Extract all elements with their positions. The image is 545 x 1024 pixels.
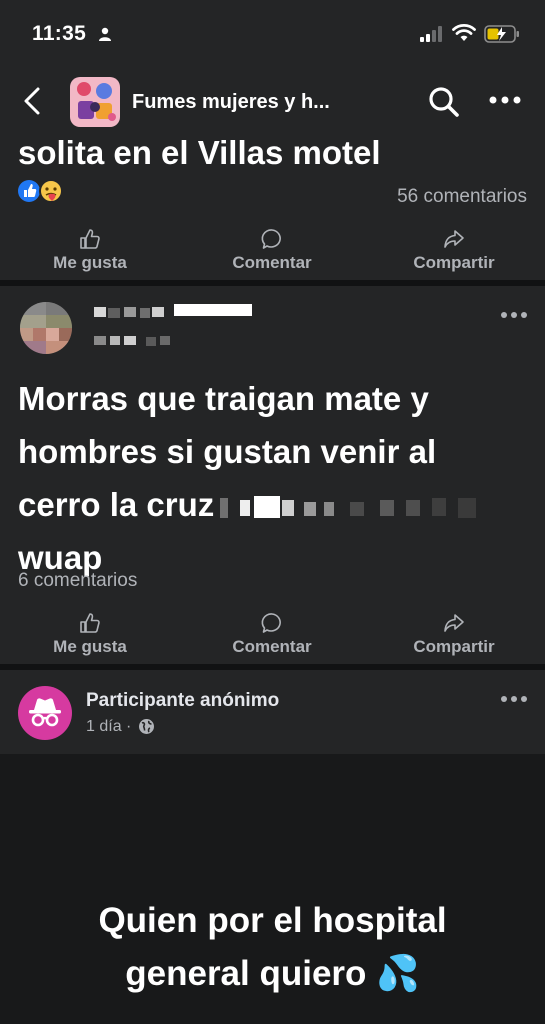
comment-label: Comentar: [232, 637, 312, 656]
comments-count[interactable]: 56 comentarios: [397, 186, 527, 208]
share-label: Compartir: [413, 253, 495, 272]
group-title[interactable]: Fumes mujeres y h...: [132, 91, 330, 114]
post-action-bar: Me gusta Comentar Compartir: [0, 604, 545, 664]
overlay-text-line: general quiero 💦: [125, 954, 420, 993]
comment-icon: [261, 229, 281, 249]
post-options-icon[interactable]: [500, 310, 528, 320]
cellular-signal-icon: [420, 26, 442, 42]
reactions-icon[interactable]: [16, 178, 66, 204]
post-card: Morras que traigan mate y hombres si gus…: [0, 286, 545, 664]
like-button[interactable]: Me gusta: [10, 220, 170, 280]
blurred-text: [220, 496, 477, 518]
globe-icon: [139, 719, 154, 734]
thumbs-up-icon: [80, 613, 100, 633]
post-timestamp[interactable]: 1 día ·: [86, 718, 131, 736]
person-icon: [99, 27, 111, 41]
comment-button[interactable]: Comentar: [192, 604, 352, 664]
back-arrow-icon[interactable]: [22, 86, 42, 116]
comment-button[interactable]: Comentar: [192, 220, 352, 280]
post-text-line: cerro la cruz: [18, 478, 538, 531]
share-icon: [444, 230, 464, 248]
post-card: Participante anónimo 1 día ·: [0, 670, 545, 754]
anonymous-avatar[interactable]: [18, 686, 72, 740]
incognito-icon: [29, 698, 61, 727]
like-label: Me gusta: [53, 253, 127, 272]
more-options-icon[interactable]: [488, 94, 522, 106]
post-text-line: Morras que traigan mate y: [18, 380, 429, 417]
search-icon[interactable]: [428, 86, 460, 118]
blurred-author-name[interactable]: [94, 304, 254, 320]
battery-charging-icon: [484, 25, 519, 43]
group-header: Fumes mujeres y h...: [0, 64, 545, 134]
post-text: solita en el Villas motel: [18, 134, 381, 171]
post-action-bar: Me gusta Comentar Compartir: [0, 220, 545, 280]
share-button[interactable]: Compartir: [374, 604, 534, 664]
post-text: Morras que traigan mate y hombres si gus…: [18, 372, 538, 584]
status-time: 11:35: [32, 22, 87, 45]
overlay-text: Quien por el hospital general quiero 💦: [20, 894, 525, 1000]
wifi-icon: [452, 24, 476, 41]
comment-icon: [261, 613, 281, 633]
post-background-text: Quien por el hospital general quiero 💦: [0, 754, 545, 1024]
comments-count[interactable]: 6 comentarios: [18, 570, 527, 592]
share-label: Compartir: [413, 637, 495, 656]
comment-label: Comentar: [232, 253, 312, 272]
post-text-line: hombres si gustan venir al: [18, 433, 437, 470]
share-icon: [444, 614, 464, 632]
post-text-segment: cerro la cruz: [18, 486, 215, 523]
status-bar: 11:35: [0, 0, 545, 64]
share-button[interactable]: Compartir: [374, 220, 534, 280]
overlay-text-line: Quien por el hospital: [98, 901, 447, 940]
blurred-avatar[interactable]: [20, 302, 72, 354]
post-author-name[interactable]: Participante anónimo: [86, 690, 279, 712]
post-card: solita en el Villas motel 56 comentarios…: [0, 134, 545, 280]
post-options-icon[interactable]: [500, 694, 528, 704]
thumbs-up-icon: [80, 229, 100, 249]
group-avatar[interactable]: [70, 77, 120, 127]
like-button[interactable]: Me gusta: [10, 604, 170, 664]
like-label: Me gusta: [53, 637, 127, 656]
blurred-post-meta: [94, 336, 170, 346]
